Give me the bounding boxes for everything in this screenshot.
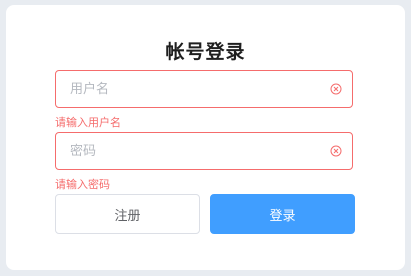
username-error: 请输入用户名 [55, 116, 121, 129]
password-input[interactable] [70, 133, 320, 169]
password-field[interactable] [55, 132, 353, 170]
register-button[interactable]: 注册 [55, 194, 200, 234]
login-card: 帐号登录 请输入用户名 请输入密码 注册 登录 [6, 5, 405, 270]
login-button[interactable]: 登录 [210, 194, 355, 234]
clear-icon[interactable] [330, 145, 342, 157]
username-input[interactable] [70, 71, 320, 107]
password-error: 请输入密码 [55, 178, 110, 191]
clear-icon[interactable] [330, 83, 342, 95]
username-field[interactable] [55, 70, 353, 108]
page-title: 帐号登录 [165, 41, 246, 63]
